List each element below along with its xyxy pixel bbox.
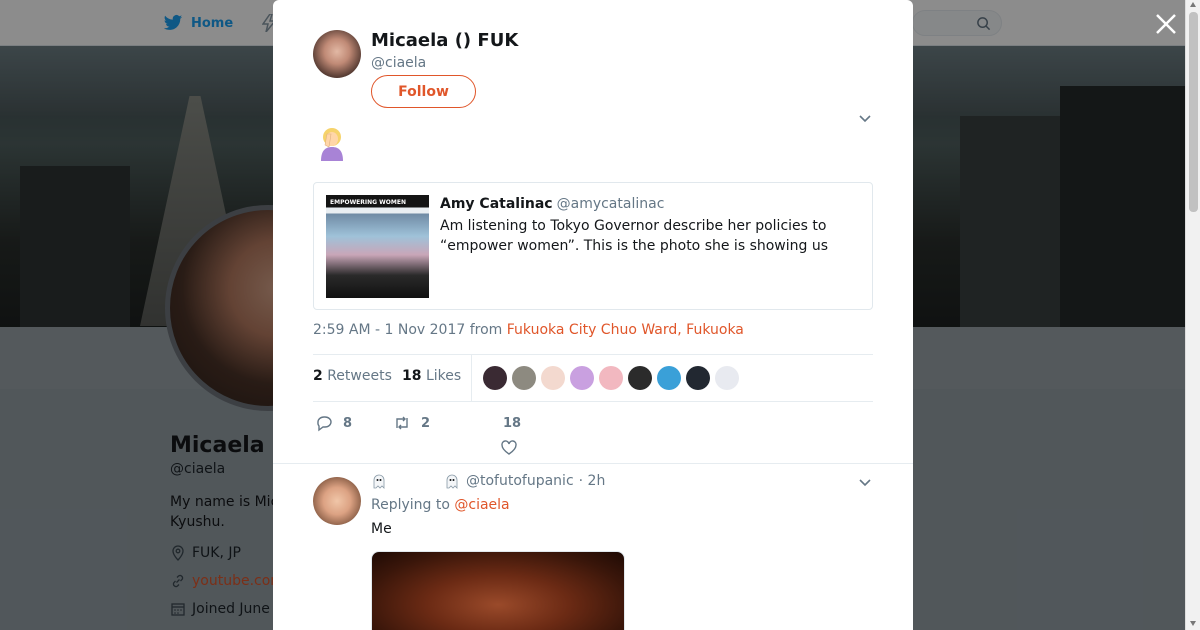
liker-avatar[interactable] (599, 366, 623, 390)
reply-icon (317, 416, 332, 432)
reply-author-handle[interactable]: @tofutofupanic (466, 473, 574, 489)
tweet-author-name[interactable]: Micaela () FUK (371, 30, 518, 51)
replying-to: Replying to @ciaela (371, 497, 510, 513)
likes-count: 18 (402, 368, 422, 384)
tweet-modal: Micaela () FUK @ciaela Follow EMPOWERING… (273, 0, 913, 630)
tweet-separator (273, 463, 913, 464)
liker-avatar[interactable] (657, 366, 681, 390)
reply-count: 8 (343, 415, 353, 431)
tweet-author-avatar[interactable] (313, 30, 361, 78)
like-count: 18 (503, 416, 522, 431)
quoted-tweet[interactable]: EMPOWERING WOMEN Amy Catalinac @amycatali… (313, 182, 873, 310)
likes-stat[interactable]: 18 Likes (402, 368, 461, 384)
quoted-author-handle: @amycatalinac (556, 196, 665, 212)
reply-button[interactable]: 8 (315, 414, 352, 432)
heart-icon[interactable] (500, 439, 518, 457)
quoted-tweet-text: Am listening to Tokyo Governor describe … (440, 218, 829, 254)
replying-prefix: Replying to (371, 497, 450, 513)
tweet-place-link[interactable]: Fukuoka City Chuo Ward, Fukuoka (507, 322, 744, 338)
stats-divider (471, 355, 472, 402)
retweet-count: 2 (421, 415, 431, 431)
liker-avatar[interactable] (512, 366, 536, 390)
retweet-button[interactable]: 2 (393, 414, 430, 432)
woman-facepalming-emoji (321, 128, 343, 161)
tweet-actions: 8 2 18 (313, 412, 873, 456)
quoted-author[interactable]: Amy Catalinac @amycatalinac (440, 196, 664, 212)
liker-avatar[interactable] (570, 366, 594, 390)
tweet-time[interactable]: 2:59 AM - 1 Nov 2017 from (313, 322, 502, 338)
liker-avatar[interactable] (686, 366, 710, 390)
retweets-stat[interactable]: 2 Retweets (313, 368, 392, 384)
ghost-emoji-icon (446, 474, 458, 489)
likes-label: Likes (425, 368, 462, 384)
scroll-up-arrow-icon[interactable] (1190, 2, 1196, 7)
retweets-label: Retweets (327, 368, 392, 384)
retweet-icon (396, 416, 408, 430)
reply-media-image[interactable] (371, 551, 625, 630)
liker-avatar[interactable] (628, 366, 652, 390)
retweets-count: 2 (313, 368, 323, 384)
liker-avatar[interactable] (541, 366, 565, 390)
liker-avatar[interactable] (715, 366, 739, 390)
replying-to-link[interactable]: @ciaela (454, 497, 509, 513)
reply-header: @tofutofupanic · 2h (371, 473, 605, 489)
quoted-author-name: Amy Catalinac (440, 196, 553, 212)
page-scrollbar[interactable] (1185, 0, 1200, 630)
quoted-image-caption: EMPOWERING WOMEN (330, 199, 406, 206)
chevron-down-icon[interactable] (858, 476, 872, 490)
reply-text: Me (371, 521, 392, 537)
reply-author-avatar[interactable] (313, 477, 361, 525)
scroll-down-arrow-icon[interactable] (1190, 621, 1196, 626)
reply-time[interactable]: · 2h (579, 473, 606, 489)
chevron-down-icon[interactable] (858, 112, 872, 126)
follow-button[interactable]: Follow (371, 75, 476, 108)
tweet-timestamp: 2:59 AM - 1 Nov 2017 from Fukuoka City C… (313, 322, 744, 338)
quoted-tweet-image[interactable]: EMPOWERING WOMEN (326, 195, 429, 298)
liker-avatars (483, 366, 739, 390)
tweet-stats: 2 Retweets 18 Likes (313, 354, 873, 402)
ghost-emoji-icon (373, 474, 385, 489)
scrollbar-thumb[interactable] (1189, 12, 1198, 212)
liker-avatar[interactable] (483, 366, 507, 390)
tweet-author-handle[interactable]: @ciaela (371, 55, 426, 71)
close-icon[interactable] (1154, 12, 1178, 36)
